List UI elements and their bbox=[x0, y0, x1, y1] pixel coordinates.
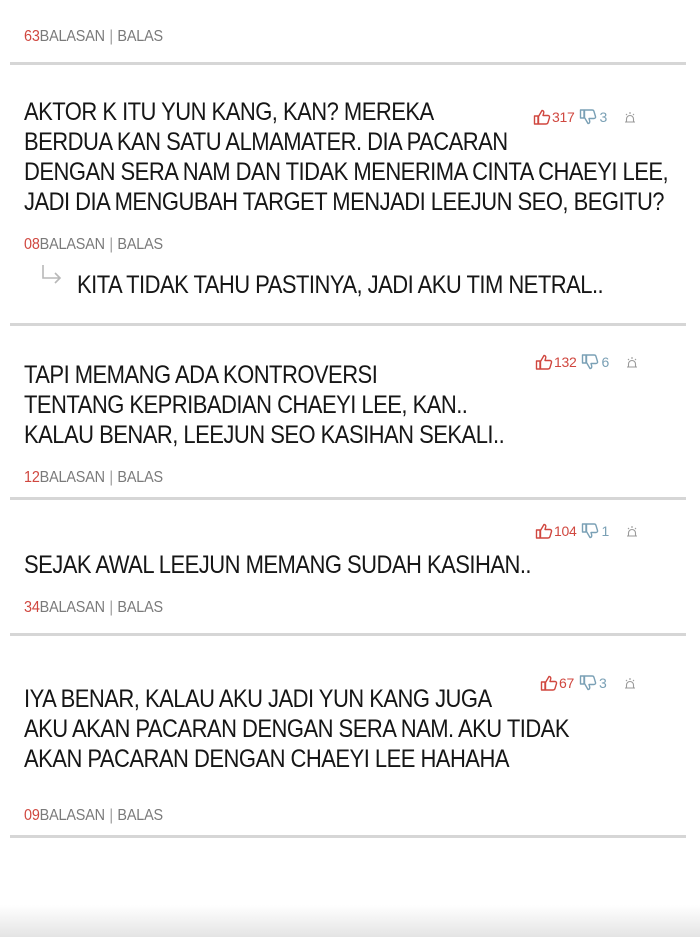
reply-button[interactable]: BALAS bbox=[117, 807, 163, 824]
separator: | bbox=[109, 807, 113, 824]
like-count: 132 bbox=[554, 354, 577, 370]
separator: | bbox=[109, 469, 113, 486]
comment-line: IYA BENAR, KALAU AKU JADI YUN KANG JUGA bbox=[24, 685, 492, 713]
comment-text: IYA BENAR, KALAU AKU JADI YUN KANG JUGA … bbox=[24, 684, 569, 774]
dislike-count: 1 bbox=[601, 523, 610, 539]
reply-count: 12 bbox=[24, 469, 40, 486]
comment-line: TAPI MEMANG ADA KONTROVERSI bbox=[24, 361, 378, 389]
thumbs-down-icon[interactable] bbox=[579, 675, 597, 691]
reply-count: 09 bbox=[24, 807, 40, 824]
replies-label[interactable]: BALASAN bbox=[40, 469, 105, 486]
bottom-gradient bbox=[0, 905, 700, 937]
replies-row: 09BALASAN | BALAS bbox=[24, 807, 163, 825]
comment-text: SEJAK AWAL LEEJUN MEMANG SUDAH KASIHAN.. bbox=[24, 550, 532, 580]
thumbs-up-icon[interactable] bbox=[535, 354, 553, 370]
report-icon[interactable] bbox=[626, 356, 638, 368]
comment-divider bbox=[10, 497, 686, 500]
thumbs-down-icon[interactable] bbox=[581, 523, 599, 539]
reply-button[interactable]: BALAS bbox=[117, 469, 163, 486]
replies-label[interactable]: BALASAN bbox=[40, 807, 105, 824]
comment-line: SEJAK AWAL LEEJUN MEMANG SUDAH KASIHAN.. bbox=[24, 551, 532, 579]
comment-line: KALAU BENAR, LEEJUN SEO KASIHAN SEKALI.. bbox=[24, 421, 505, 449]
reply-button[interactable]: BALAS bbox=[117, 599, 163, 616]
replies-row: 08BALASAN | BALAS bbox=[24, 236, 163, 254]
reply-count: 08 bbox=[24, 236, 40, 253]
comment-text: TAPI MEMANG ADA KONTROVERSI TENTANG KEPR… bbox=[24, 360, 505, 450]
reply-arrow-icon bbox=[42, 265, 62, 284]
reply-text: KITA TIDAK TAHU PASTINYA, JADI AKU TIM N… bbox=[77, 271, 604, 299]
separator: | bbox=[109, 599, 113, 616]
comment-line: JADI DIA MENGUBAH TARGET MENJADI LEEJUN … bbox=[24, 188, 665, 216]
thumbs-up-icon[interactable] bbox=[535, 523, 553, 539]
comment-text: AKTOR K ITU YUN KANG, KAN? MEREKA BERDUA… bbox=[24, 97, 669, 217]
comment-line: AKTOR K ITU YUN KANG, KAN? MEREKA bbox=[24, 98, 434, 126]
comment-line: AKAN PACARAN DENGAN CHAEYI LEE HAHAHA bbox=[24, 745, 509, 773]
comment-divider bbox=[10, 633, 686, 636]
reply-button[interactable]: BALAS bbox=[117, 236, 163, 253]
comment-divider bbox=[10, 835, 686, 838]
separator: | bbox=[109, 28, 113, 45]
dislike-count: 3 bbox=[598, 675, 607, 691]
report-icon[interactable] bbox=[626, 525, 638, 537]
comment-line: AKU AKAN PACARAN DENGAN SERA NAM. AKU TI… bbox=[24, 715, 569, 743]
reply-button[interactable]: BALAS bbox=[117, 28, 163, 45]
replies-label[interactable]: BALASAN bbox=[40, 599, 105, 616]
replies-row: 12BALASAN | BALAS bbox=[24, 469, 163, 487]
comment-divider bbox=[10, 62, 686, 65]
vote-bar: 104 1 bbox=[535, 521, 638, 541]
replies-label[interactable]: BALASAN bbox=[40, 236, 105, 253]
comment-line: DENGAN SERA NAM DAN TIDAK MENERIMA CINTA… bbox=[24, 158, 669, 186]
reply-count: 63 bbox=[24, 28, 40, 45]
comment-line: BERDUA KAN SATU ALMAMATER. DIA PACARAN bbox=[24, 128, 508, 156]
report-icon[interactable] bbox=[624, 677, 636, 689]
replies-row: 34BALASAN | BALAS bbox=[24, 599, 163, 617]
replies-label[interactable]: BALASAN bbox=[40, 28, 105, 45]
separator: | bbox=[109, 236, 113, 253]
like-count: 104 bbox=[554, 523, 577, 539]
thumbs-down-icon[interactable] bbox=[581, 354, 599, 370]
reply-count: 34 bbox=[24, 599, 40, 616]
replies-row: 63BALASAN | BALAS bbox=[24, 28, 163, 46]
vote-bar: 132 6 bbox=[535, 352, 638, 372]
dislike-count: 6 bbox=[601, 354, 610, 370]
comment-divider bbox=[10, 323, 686, 326]
comment-line: TENTANG KEPRIBADIAN CHAEYI LEE, KAN.. bbox=[24, 391, 468, 419]
